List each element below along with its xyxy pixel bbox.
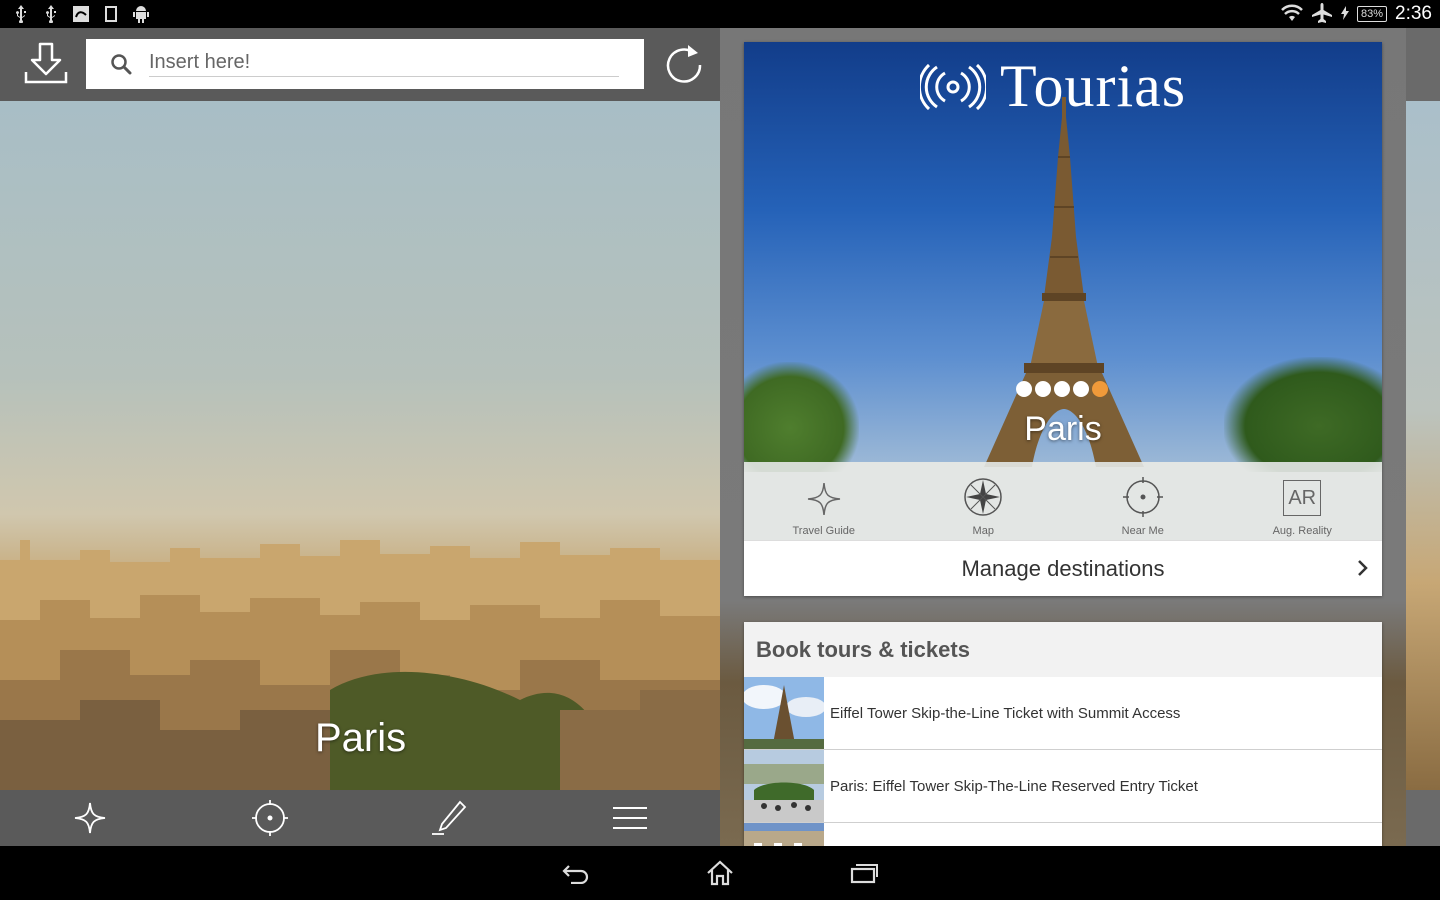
system-navigation-bar [0,846,1440,900]
android-icon [132,5,150,23]
left-city-title: Paris [315,716,407,760]
tour-list-item[interactable]: Paris: Eiffel Tower Skip-The-Line Reserv… [744,750,1382,823]
hero-city-title: Paris [1024,410,1102,448]
bottom-toolbar [0,790,720,846]
back-icon [562,865,589,884]
screen-icon [102,5,120,23]
search-icon [111,54,132,75]
home-icon [707,860,733,886]
favorites-tab[interactable] [0,790,180,846]
tour-thumbnail [744,677,824,749]
search-input[interactable] [149,51,619,77]
nav-near-me[interactable]: Near Me [1063,462,1223,540]
battery-level: 83% [1356,6,1388,22]
manage-destinations-label: Manage destinations [961,555,1165,581]
notification-icons [0,5,150,23]
target-icon [252,800,288,836]
destination-hero[interactable]: Tourias Paris [744,42,1382,472]
page-indicator [1016,381,1108,397]
home-button[interactable] [703,856,737,890]
recent-apps-icon [850,864,878,884]
refresh-icon [666,45,702,83]
nav-augmented-reality[interactable]: AR Aug. Reality [1223,462,1383,540]
brand-waves-icon [920,63,986,110]
page-dot[interactable] [1035,381,1051,397]
compass-icon [964,478,1002,516]
page-dot[interactable] [1054,381,1070,397]
star-icon [807,482,840,516]
left-pane: Paris [0,28,720,846]
recent-apps-button[interactable] [847,856,881,890]
right-pane: Tourias Paris Travel Guide Map Near Me A… [720,28,1440,846]
nav-label: Aug. Reality [1272,525,1332,537]
status-bar: 83% 2:36 [0,0,1440,28]
app-notification-icon [72,5,90,23]
brand-name: Tourias [1000,53,1187,119]
feature-nav: Travel Guide Map Near Me AR Aug. Reality [744,462,1382,540]
tour-title: Paris: Eiffel Tower Skip-The-Line Reserv… [830,777,1198,795]
nav-map[interactable]: Map [904,462,1064,540]
pen-icon [432,800,467,835]
top-toolbar [0,28,720,101]
clock: 2:36 [1395,3,1432,24]
nav-travel-guide[interactable]: Travel Guide [744,462,904,540]
download-button[interactable] [22,42,70,88]
system-icons: 83% 2:36 [1281,2,1440,27]
notes-tab[interactable] [360,790,540,846]
book-tours-header: Book tours & tickets [744,622,1382,677]
chevron-right-icon [1358,560,1368,576]
nav-label: Near Me [1121,525,1164,537]
next-page-peek-toolbar [1406,28,1440,101]
usb-icon [12,5,30,23]
star-icon [74,802,106,834]
page-dot-active[interactable] [1092,381,1108,397]
menu-tab[interactable] [540,790,720,846]
refresh-button[interactable] [664,43,706,87]
ar-icon: AR [1283,480,1322,516]
tour-thumbnail [744,823,824,846]
book-tours-card: Book tours & tickets Eiffel Tower Skip-t… [744,622,1382,846]
back-button[interactable] [559,856,593,890]
search-bar[interactable] [86,39,644,89]
usb-debug-icon [42,5,60,23]
next-page-peek-bottom [1406,790,1440,846]
download-icon [24,42,68,84]
page-dot[interactable] [1073,381,1089,397]
target-icon [1122,477,1163,517]
destination-card: Tourias Paris Travel Guide Map Near Me A… [744,42,1382,596]
airplane-icon [1311,2,1333,27]
near-me-tab[interactable] [180,790,360,846]
charging-icon [1340,5,1349,23]
tour-title: Eiffel Tower Skip-the-Line Ticket with S… [830,704,1181,722]
nav-label: Map [972,525,994,537]
wifi-icon [1281,4,1303,25]
tour-list-item[interactable] [744,823,1382,846]
brand-logo: Tourias [920,52,1186,121]
manage-destinations-button[interactable]: Manage destinations [744,540,1382,596]
tour-thumbnail [744,750,824,822]
next-page-peek[interactable] [1406,101,1440,790]
city-photo [0,101,720,790]
nav-label: Travel Guide [792,525,856,537]
menu-icon [613,807,647,829]
page-dot[interactable] [1016,381,1032,397]
tour-list-item[interactable]: Eiffel Tower Skip-the-Line Ticket with S… [744,677,1382,750]
